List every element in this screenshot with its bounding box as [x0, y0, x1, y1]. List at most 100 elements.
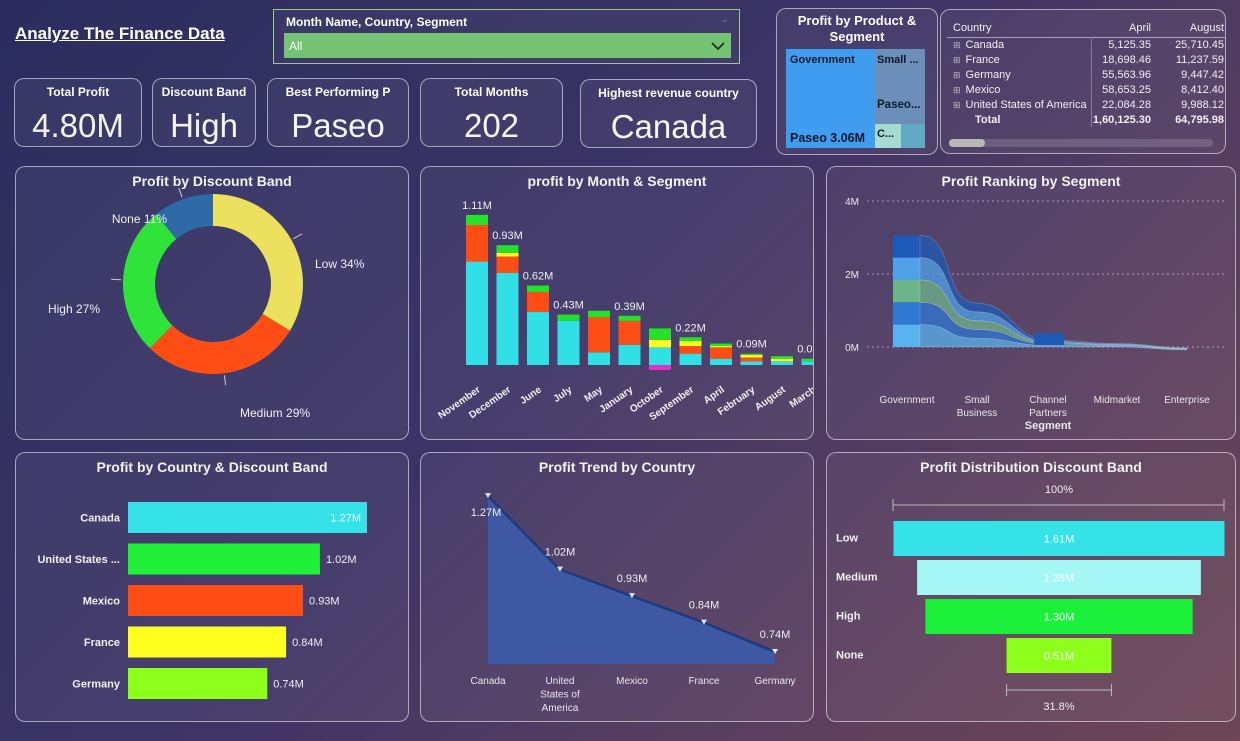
kpi-highest-revenue-country: Highest revenue country Canada	[580, 79, 757, 148]
kpi-value: 202	[463, 107, 520, 144]
matrix-row[interactable]: ⊞ Canada 5,125.35 25,710.45	[947, 37, 1225, 52]
bar-segment	[710, 343, 732, 347]
slicer-dropdown[interactable]: All	[284, 33, 731, 58]
matrix-cell: Germany	[965, 68, 1011, 81]
bar-segment	[771, 356, 793, 359]
matrix-cell: Mexico	[965, 83, 1001, 96]
matrix-row[interactable]: ⊞ France 18,698.46 11,237.59	[947, 52, 1225, 67]
kpi-label: Total Months	[454, 85, 529, 99]
expand-icon[interactable]: ⊞	[953, 55, 961, 65]
data-label: 1.27M	[471, 507, 502, 519]
filter-slicer[interactable]: Month Name, Country, Segment ⌄ All	[273, 9, 740, 64]
treemap-tile-other[interactable]	[901, 124, 925, 148]
treemap-tile-channel[interactable]: C...	[875, 124, 901, 148]
bar-segment	[527, 291, 549, 313]
country-bar-chart: Canada 1.27M United States ... 1.02M Mexico 0…	[37, 502, 367, 699]
bar-segment	[771, 361, 793, 365]
bar-segment	[527, 312, 549, 365]
bar-segment	[496, 245, 519, 253]
bar-segment	[466, 261, 488, 365]
ribbon-segment	[1034, 333, 1064, 345]
y-tick-label: High	[836, 611, 861, 623]
matrix-cell: 1,60,125.30	[1090, 112, 1160, 127]
x-tick-label: America	[542, 703, 579, 714]
x-tick-label: May	[582, 384, 605, 404]
funnel-card: Profit Distribution Discount Band 100% 1.…	[826, 452, 1236, 722]
donut-slice	[122, 214, 177, 349]
x-tick-label: States of	[540, 690, 580, 701]
slicer-collapse-icon[interactable]: ⌄	[721, 14, 729, 25]
kpi-value: 4.80M	[32, 107, 124, 144]
data-label: 0.51M	[1044, 651, 1075, 663]
horizontal-scrollbar[interactable]	[949, 139, 1213, 147]
treemap-title: Profit by Product & Segment	[797, 13, 917, 44]
treemap-tile-government[interactable]: Government Paseo 3.06M	[786, 49, 875, 148]
slice-label: Medium 29%	[240, 406, 310, 420]
x-tick-label: United	[546, 676, 575, 687]
y-tick-label: Medium	[836, 572, 878, 584]
expand-icon[interactable]: ⊞	[953, 70, 961, 80]
bar-segment	[466, 225, 488, 262]
bar-segment	[679, 337, 702, 342]
scrollbar-thumb[interactable]	[949, 139, 985, 147]
bar	[128, 668, 268, 699]
matrix-cell: 55,563.96	[1090, 67, 1160, 82]
treemap-tile-small-business[interactable]: Small ... Paseo...	[875, 49, 925, 124]
trend-area-chart: 1.27M Canada 1.02M United States of America 0.…	[470, 493, 796, 714]
matrix-header[interactable]: April	[1091, 19, 1159, 37]
bar-segment	[801, 361, 813, 365]
slice-label: Low 34%	[315, 257, 365, 271]
x-tick-label: Midmarket	[1094, 395, 1141, 406]
data-label: 1.02M	[326, 554, 357, 566]
trend-card: Profit Trend by Country 1.27M Canada 1.02M…	[420, 452, 814, 722]
treemap-card: Profit by Product & Segment Government P…	[776, 8, 938, 155]
matrix-header[interactable]: Country	[947, 19, 1091, 37]
kpi-best-product: Best Performing P Paseo	[267, 78, 409, 147]
x-tick-label: Channel	[1029, 395, 1066, 406]
matrix-cell: 18,698.46	[1090, 52, 1160, 67]
ribbon-segment	[893, 279, 920, 303]
bar-segment	[649, 328, 671, 340]
matrix-row[interactable]: ⊞ Germany 55,563.96 9,447.42	[947, 67, 1225, 82]
x-tick-label: Germany	[754, 676, 795, 687]
matrix-cell: 64,795.98	[1175, 113, 1224, 126]
treemap-value: Paseo 3.06M	[790, 131, 866, 145]
x-tick-label: March	[788, 384, 813, 410]
matrix-header[interactable]: August	[1159, 19, 1225, 37]
bar-segment	[496, 252, 519, 257]
y-tick-label: None	[836, 650, 864, 662]
bar-segment	[710, 347, 732, 359]
matrix-cell: United States of America	[965, 98, 1087, 111]
kpi-total-months: Total Months 202	[420, 78, 563, 147]
data-label: 0.05M	[797, 344, 813, 356]
ribbon-segment	[893, 324, 920, 347]
matrix-cell: 9,447.42	[1181, 68, 1224, 81]
kpi-value: Paseo	[291, 107, 385, 144]
funnel-chart: 100% 1.61M Low 1.38M Medium 1.30M High 0.51M Non…	[836, 484, 1225, 713]
kpi-label: Highest revenue country	[598, 86, 739, 100]
matrix-cell: 11,237.59	[1175, 53, 1224, 66]
bar-segment	[740, 354, 763, 358]
matrix-row[interactable]: ⊞ United States of America 22,084.28 9,98…	[947, 97, 1225, 112]
country-bar-card: Profit by Country & Discount Band Canada…	[15, 452, 409, 722]
percent-label: 31.8%	[1043, 701, 1074, 713]
ribbon-segment	[893, 257, 920, 280]
treemap-label: Small ...	[877, 54, 919, 66]
expand-icon[interactable]: ⊞	[953, 85, 961, 95]
kpi-value: High	[170, 107, 238, 144]
matrix-row[interactable]: ⊞ Mexico 58,653.25 8,412.40	[947, 82, 1225, 97]
matrix-cell: 22,084.28	[1090, 97, 1160, 112]
bar-segment	[771, 358, 793, 362]
ribbon-chart: 4M 2M 0M Government Small Business Channel Part…	[845, 197, 1227, 432]
x-tick-label: Canada	[470, 676, 505, 687]
bar-segment	[740, 353, 763, 355]
expand-icon[interactable]: ⊞	[953, 40, 961, 50]
x-tick-label: July	[552, 384, 575, 405]
x-tick-label: Small	[964, 395, 989, 406]
data-label: 0.22M	[675, 322, 706, 334]
data-label: 0.84M	[689, 600, 720, 612]
month-bar-card: profit by Month & Segment 1.11M November 0…	[420, 166, 814, 440]
bar-segment	[679, 341, 702, 347]
bar-segment	[496, 256, 519, 273]
expand-icon[interactable]: ⊞	[953, 100, 961, 110]
